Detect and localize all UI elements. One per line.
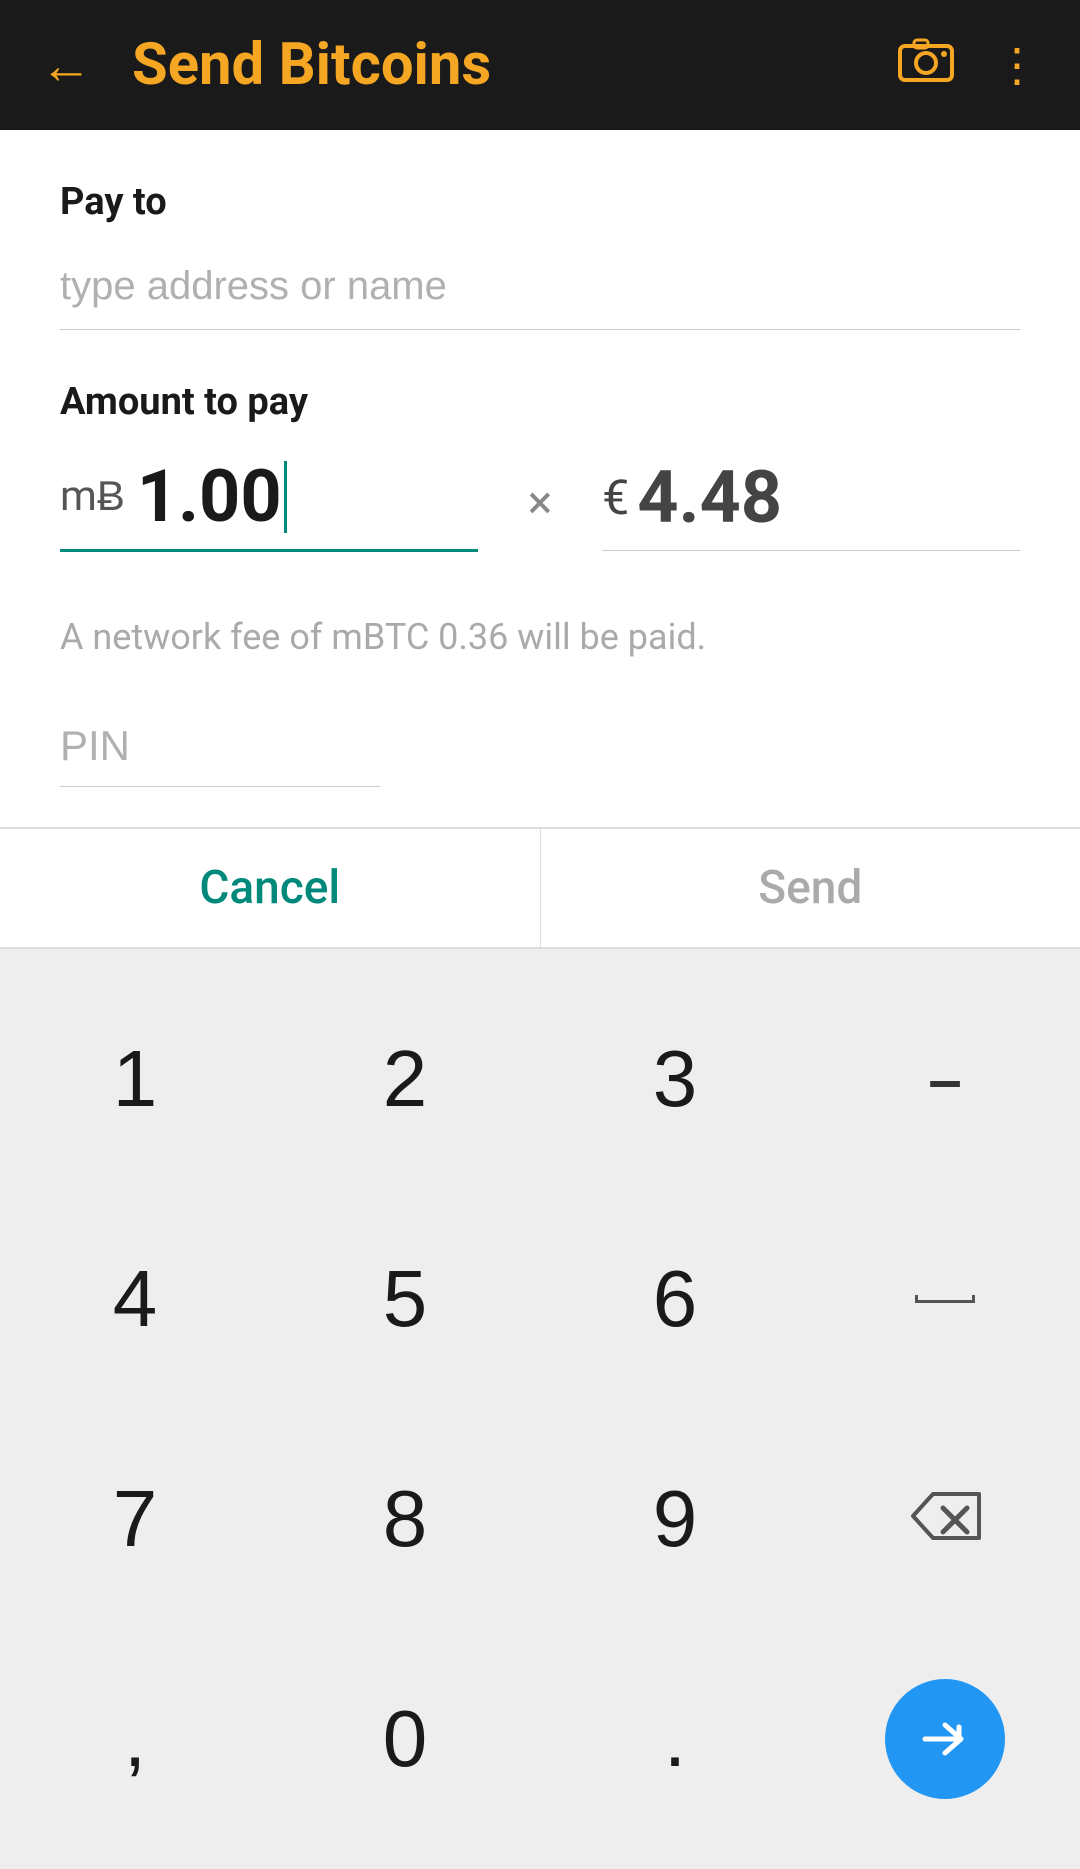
key-period[interactable]: . (540, 1629, 810, 1849)
key-3-label: 3 (653, 1033, 698, 1125)
keyboard-row-2: 4 5 6 (0, 1189, 1080, 1409)
btc-value: 1.00 (137, 454, 282, 539)
header-icons: ⋮ (898, 34, 1040, 96)
key-4-label: 4 (113, 1253, 158, 1345)
send-button[interactable]: Send (541, 829, 1080, 947)
key-dash[interactable]: – (810, 969, 1080, 1189)
amount-row: mɃ 1.00 × € 4.48 (60, 454, 1020, 552)
key-9[interactable]: 9 (540, 1409, 810, 1629)
camera-icon[interactable] (898, 34, 954, 96)
key-backspace[interactable] (810, 1409, 1080, 1629)
page-title: Send Bitcoins (132, 31, 898, 99)
key-7[interactable]: 7 (0, 1409, 270, 1629)
app-header: ← Send Bitcoins ⋮ (0, 0, 1080, 130)
key-9-label: 9 (653, 1473, 698, 1565)
key-7-label: 7 (113, 1473, 158, 1565)
key-space[interactable] (810, 1189, 1080, 1409)
fee-notice: A network fee of mBTC 0.36 will be paid. (60, 612, 1020, 662)
clear-amount-button[interactable]: × (508, 476, 573, 530)
key-1[interactable]: 1 (0, 969, 270, 1189)
key-8-label: 8 (383, 1473, 428, 1565)
address-input[interactable] (60, 254, 1020, 330)
key-0-label: 0 (383, 1693, 428, 1785)
key-5[interactable]: 5 (270, 1189, 540, 1409)
cancel-button[interactable]: Cancel (0, 829, 541, 947)
key-comma[interactable]: , (0, 1629, 270, 1849)
eur-value: 4.48 (637, 455, 782, 540)
back-button[interactable]: ← (40, 35, 92, 96)
amount-section: Amount to pay mɃ 1.00 × € 4.48 (60, 380, 1020, 552)
key-comma-label: , (124, 1693, 146, 1785)
key-3[interactable]: 3 (540, 969, 810, 1189)
key-2-label: 2 (383, 1033, 428, 1125)
btc-prefix: mɃ (60, 472, 125, 521)
key-dash-label: – (928, 1045, 961, 1114)
key-0[interactable]: 0 (270, 1629, 540, 1849)
keyboard-row-3: 7 8 9 (0, 1409, 1080, 1629)
backspace-icon (905, 1473, 985, 1565)
key-6[interactable]: 6 (540, 1189, 810, 1409)
text-cursor (284, 461, 287, 533)
keyboard-row-1: 1 2 3 – (0, 969, 1080, 1189)
key-period-label: . (664, 1693, 686, 1785)
keyboard-row-4: , 0 . (0, 1629, 1080, 1849)
key-2[interactable]: 2 (270, 969, 540, 1189)
key-6-label: 6 (653, 1253, 698, 1345)
key-enter[interactable] (810, 1629, 1080, 1849)
key-4[interactable]: 4 (0, 1189, 270, 1409)
pin-input[interactable] (60, 712, 380, 787)
key-1-label: 1 (113, 1033, 158, 1125)
pay-to-label: Pay to (60, 180, 1020, 224)
form-area: Pay to Amount to pay mɃ 1.00 × € 4.48 A … (0, 130, 1080, 827)
action-row: Cancel Send (0, 829, 1080, 949)
eur-prefix: € (602, 469, 629, 526)
numeric-keyboard: 1 2 3 – 4 5 6 7 8 9 , 0 . (0, 949, 1080, 1869)
more-options-icon[interactable]: ⋮ (994, 38, 1040, 93)
enter-icon (885, 1679, 1005, 1799)
eur-amount-field[interactable]: € 4.48 (602, 455, 1020, 551)
btc-amount-field[interactable]: mɃ 1.00 (60, 454, 478, 552)
key-5-label: 5 (383, 1253, 428, 1345)
amount-label: Amount to pay (60, 380, 1020, 424)
space-icon (915, 1295, 975, 1303)
key-8[interactable]: 8 (270, 1409, 540, 1629)
